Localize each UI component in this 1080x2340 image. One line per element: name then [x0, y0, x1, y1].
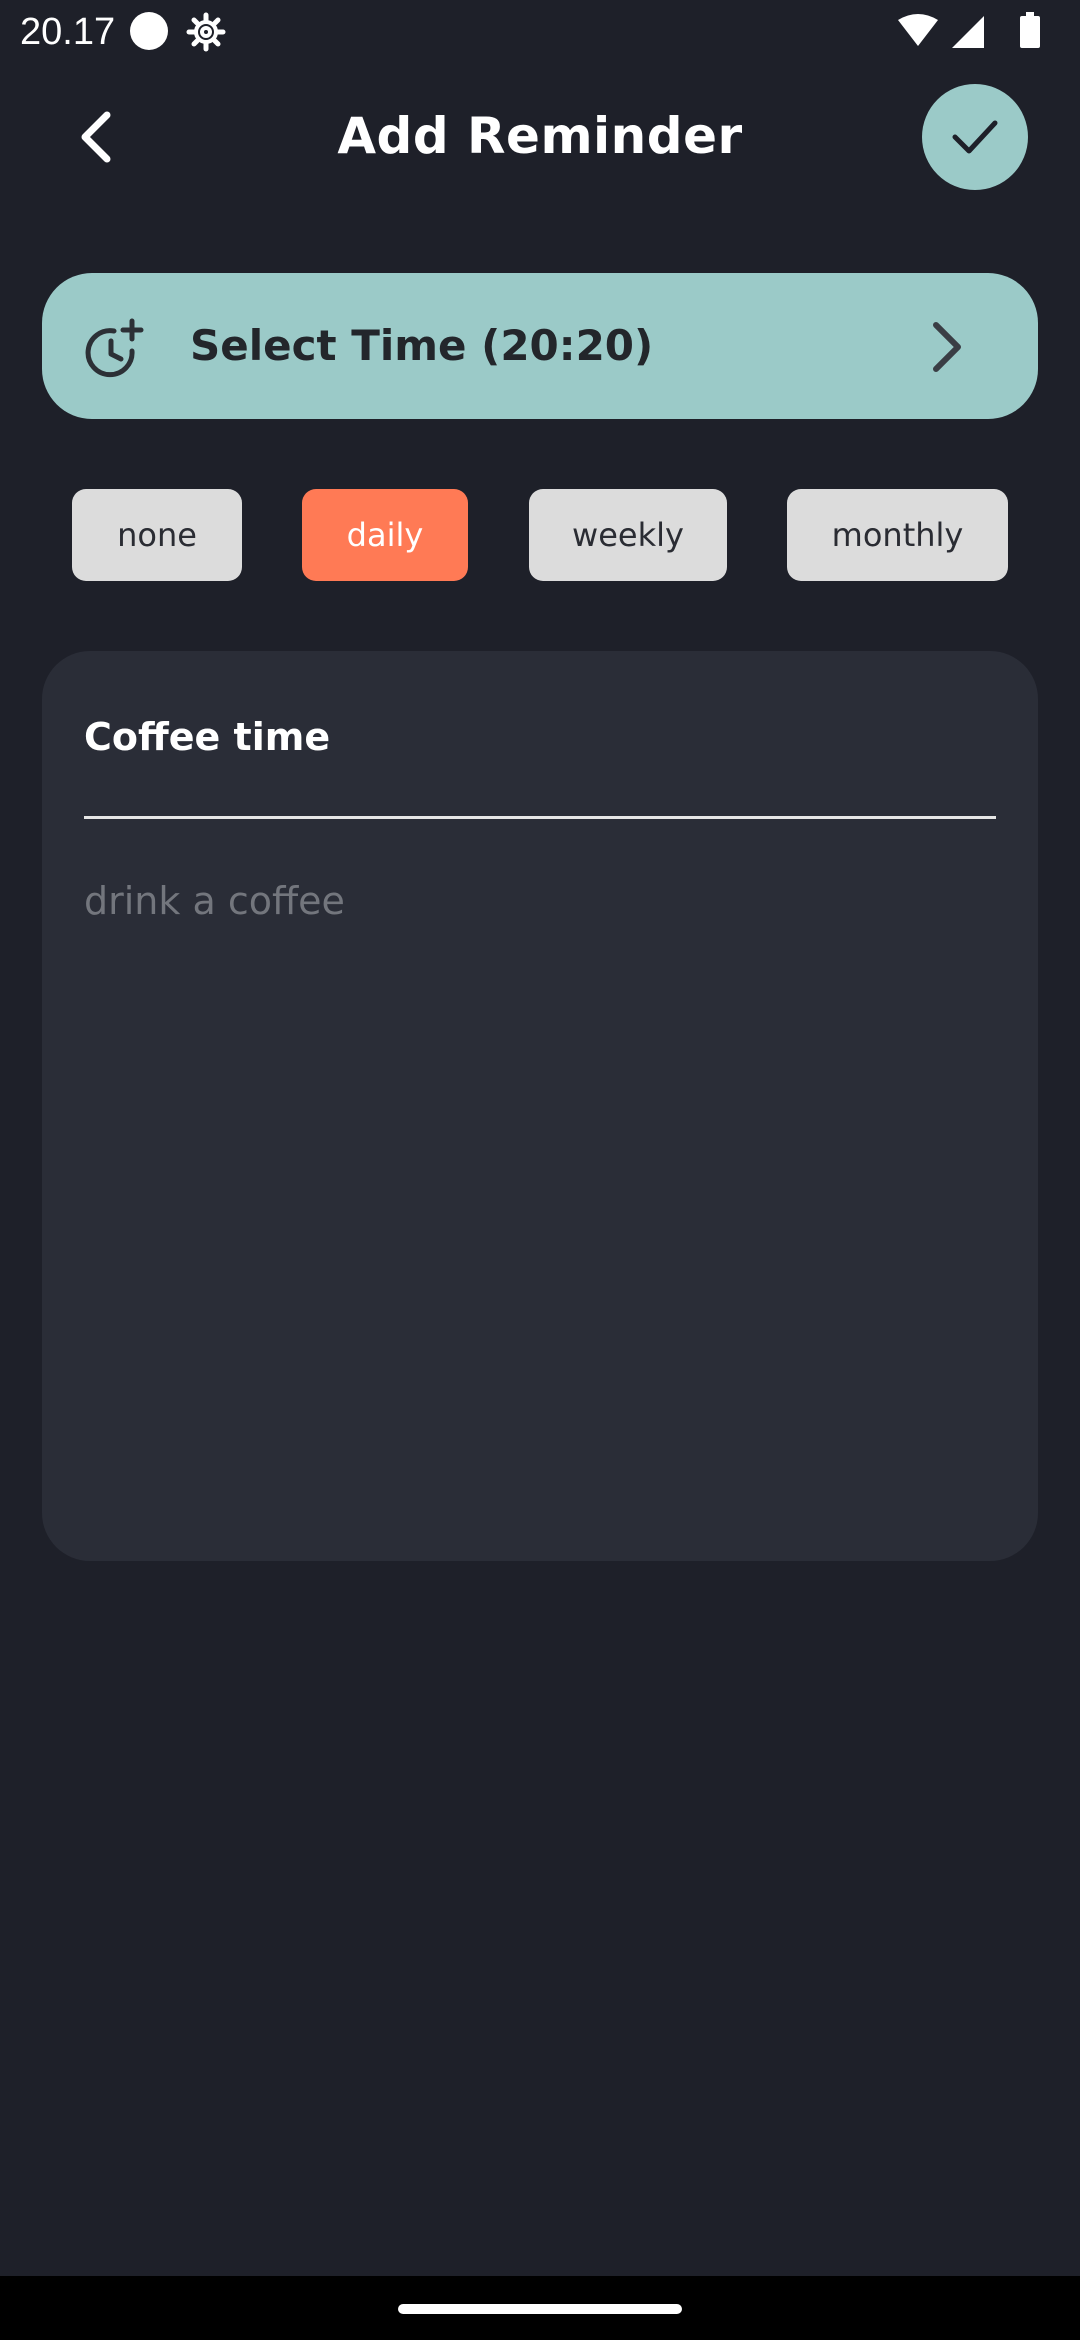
- navigation-bar: [0, 2276, 1080, 2340]
- status-bar: 20.17: [0, 0, 1080, 66]
- wifi-icon: [898, 14, 938, 46]
- battery-icon: [1020, 12, 1040, 48]
- title-input[interactable]: Coffee time: [84, 707, 996, 767]
- circle-icon: [130, 12, 168, 50]
- page-title: Add Reminder: [337, 107, 743, 165]
- signal-icon: [952, 16, 984, 48]
- system-status-icons: [898, 12, 1040, 48]
- status-time: 20.17: [20, 11, 116, 53]
- select-time-button[interactable]: Select Time (20:20): [42, 273, 1038, 419]
- gear-icon: [186, 12, 226, 52]
- repeat-option-weekly[interactable]: weekly: [529, 489, 727, 581]
- back-button[interactable]: [62, 104, 128, 170]
- title-divider: [84, 816, 996, 819]
- chevron-left-icon: [81, 111, 111, 163]
- repeat-option-monthly[interactable]: monthly: [787, 489, 1008, 581]
- chevron-right-icon: [933, 322, 961, 372]
- repeat-option-none[interactable]: none: [72, 489, 242, 581]
- repeat-option-daily[interactable]: daily: [302, 489, 468, 581]
- body-input[interactable]: drink a coffee: [84, 871, 996, 1491]
- select-time-label: Select Time (20:20): [190, 321, 654, 370]
- clock-plus-icon: [85, 318, 144, 378]
- check-icon: [952, 120, 998, 154]
- home-gesture-handle[interactable]: [398, 2304, 682, 2314]
- confirm-button[interactable]: [922, 84, 1028, 190]
- note-card: Coffee time drink a coffee: [42, 651, 1038, 1561]
